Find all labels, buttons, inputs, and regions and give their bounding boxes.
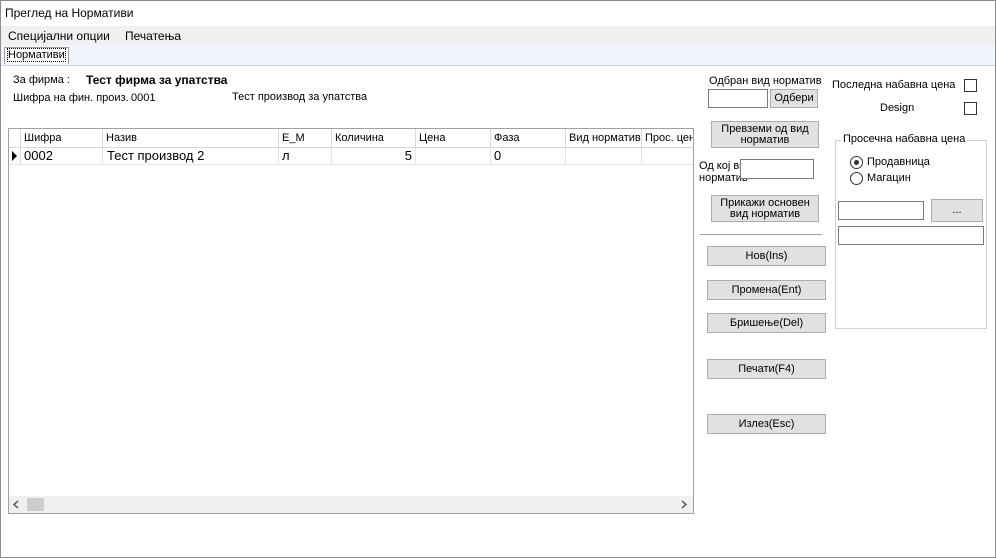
avg-price-group-title: Просечна набавна цена xyxy=(841,133,968,145)
horizontal-scrollbar[interactable] xyxy=(9,496,693,513)
row-header-corner xyxy=(9,129,21,147)
cell-phase[interactable]: 0 xyxy=(491,148,566,164)
avg-price-input[interactable] xyxy=(838,201,924,220)
design-label: Design xyxy=(880,102,915,114)
cell-code[interactable]: 0002 xyxy=(21,148,103,164)
column-header-name[interactable]: Назив xyxy=(103,129,279,147)
warehouse-option-label[interactable]: Магацин xyxy=(867,172,911,184)
product-code-label: Шифра на фин. произ. xyxy=(13,92,129,104)
cell-price[interactable] xyxy=(416,148,491,164)
middle-separator xyxy=(700,234,822,235)
column-header-quantity[interactable]: Количина xyxy=(332,129,416,147)
change-button[interactable]: Промена(Ent) xyxy=(707,280,826,300)
firm-label: За фирма : xyxy=(13,74,70,86)
column-header-code[interactable]: Шифра xyxy=(21,129,103,147)
menu-special-options[interactable]: Специјални опции xyxy=(8,29,110,43)
tab-normatives[interactable]: Нормативи xyxy=(4,47,69,64)
last-purchase-price-label: Последна набавна цена xyxy=(832,79,956,91)
menu-bar: Специјални опции Печатења xyxy=(1,26,995,45)
product-code-value: 0001 xyxy=(131,92,156,104)
delete-button[interactable]: Бришење(Del) xyxy=(707,313,826,333)
take-from-type-button[interactable]: Превземи од вид норматив xyxy=(711,121,819,148)
column-header-price[interactable]: Цена xyxy=(416,129,491,147)
chosen-type-input[interactable] xyxy=(708,89,768,108)
design-checkbox[interactable] xyxy=(964,102,977,115)
row-pointer-icon xyxy=(12,151,17,161)
column-header-type[interactable]: Вид норматив xyxy=(566,129,642,147)
menu-printing[interactable]: Печатења xyxy=(125,29,181,43)
cell-quantity[interactable]: 5 xyxy=(332,148,416,164)
product-name: Тест производ за упатства xyxy=(232,91,368,103)
scrollbar-thumb[interactable] xyxy=(27,498,44,511)
choose-button[interactable]: Одбери xyxy=(770,89,818,108)
show-base-type-button[interactable]: Прикажи основен вид норматив xyxy=(711,195,819,222)
tab-strip: Нормативи xyxy=(1,45,995,66)
store-option-label[interactable]: Продавница xyxy=(867,156,930,168)
print-button[interactable]: Печати(F4) xyxy=(707,359,826,379)
store-radio[interactable] xyxy=(850,156,863,169)
last-purchase-price-checkbox[interactable] xyxy=(964,79,977,92)
scroll-left-icon[interactable] xyxy=(12,500,20,509)
column-header-phase[interactable]: Фаза xyxy=(491,129,566,147)
window-title: Преглед на Нормативи xyxy=(5,6,134,20)
scroll-right-icon[interactable] xyxy=(680,500,688,509)
current-row-indicator xyxy=(9,148,21,164)
column-header-unit[interactable]: Е_М xyxy=(279,129,332,147)
ellipsis-button[interactable]: ... xyxy=(931,199,983,222)
warehouse-radio[interactable] xyxy=(850,172,863,185)
grid-header: Шифра Назив Е_М Количина Цена Фаза Вид н… xyxy=(9,129,693,148)
normatives-grid[interactable]: Шифра Назив Е_М Количина Цена Фаза Вид н… xyxy=(8,128,694,514)
avg-price-result-input[interactable] xyxy=(838,226,984,245)
new-button[interactable]: Нов(Ins) xyxy=(707,246,826,266)
table-row[interactable]: 0002 Тест производ 2 л 5 0 xyxy=(9,148,693,165)
from-which-type-input[interactable] xyxy=(740,159,814,179)
cell-type[interactable] xyxy=(566,148,642,164)
column-header-avg-price[interactable]: Прос. цена xyxy=(642,129,693,147)
tab-normatives-label: Нормативи xyxy=(7,48,66,62)
cell-name[interactable]: Тест производ 2 xyxy=(103,148,279,164)
exit-button[interactable]: Излез(Esc) xyxy=(707,414,826,434)
cell-avg-price[interactable] xyxy=(642,148,693,164)
firm-value: Тест фирма за упатства xyxy=(86,73,228,87)
cell-unit[interactable]: л xyxy=(279,148,332,164)
title-bar: Преглед на Нормативи xyxy=(1,1,995,25)
chosen-type-label: Одбран вид норматив xyxy=(709,75,822,87)
